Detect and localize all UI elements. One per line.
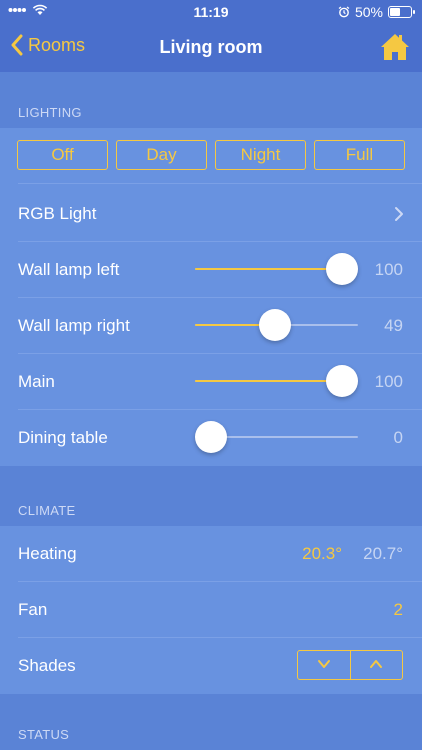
battery-percent: 50% [354, 4, 383, 20]
lighting-mode-buttons: Off Day Night Full [17, 140, 405, 170]
dimmer-row: Wall lamp left 100 [0, 242, 422, 298]
lighting-group: Off Day Night Full RGB Light Wall lamp l… [0, 128, 422, 466]
slider-thumb[interactable] [326, 365, 358, 397]
home-button[interactable] [380, 32, 410, 62]
dimmer-row: Main 100 [0, 354, 422, 410]
chevron-right-icon [395, 207, 403, 221]
shades-up-button[interactable] [351, 651, 403, 679]
fan-value: 2 [393, 600, 403, 619]
shades-row: Shades [0, 638, 422, 694]
dimmer-label: Dining table [18, 428, 108, 447]
battery-area: 50% [338, 4, 415, 20]
dimmer-slider[interactable] [195, 365, 358, 397]
climate-section-header: CLIMATE [0, 466, 422, 526]
slider-thumb[interactable] [259, 309, 292, 341]
climate-group: Heating 20.3° 20.7° Fan 2 Shades [0, 526, 422, 694]
status-bar: 11:19 50% [0, 0, 422, 24]
chevron-up-icon [370, 660, 383, 668]
lighting-header: LIGHTING [18, 105, 82, 120]
lighting-section-header: LIGHTING [0, 72, 422, 128]
rgb-light-label: RGB Light [18, 204, 97, 223]
heating-current: 20.7° [363, 544, 403, 563]
mode-off-button[interactable]: Off [17, 140, 108, 170]
lighting-modes-row: Off Day Night Full [0, 128, 422, 184]
shades-control [297, 650, 403, 680]
dimmer-row: Wall lamp right 49 [0, 298, 422, 354]
navigation-bar: Rooms Living room [0, 24, 422, 72]
slider-fill [195, 268, 342, 270]
heating-setpoint: 20.3° [302, 544, 342, 563]
dimmer-value: 100 [374, 372, 403, 391]
battery-icon [388, 6, 415, 18]
dimmer-slider[interactable] [195, 309, 358, 341]
slider-thumb[interactable] [326, 253, 358, 285]
rgb-light-row[interactable]: RGB Light [0, 186, 422, 242]
dimmer-label: Wall lamp left [18, 260, 120, 279]
dimmer-label: Main [18, 372, 55, 391]
heating-label: Heating [18, 544, 77, 563]
dimmer-value: 0 [393, 428, 403, 447]
mode-day-button[interactable]: Day [116, 140, 207, 170]
mode-full-button[interactable]: Full [314, 140, 405, 170]
status-header: STATUS [18, 727, 70, 742]
heating-row[interactable]: Heating 20.3° 20.7° [0, 526, 422, 582]
dimmer-slider[interactable] [195, 253, 358, 285]
dimmer-value: 49 [384, 316, 403, 335]
home-icon [381, 34, 409, 60]
chevron-down-icon [317, 660, 330, 668]
climate-header: CLIMATE [18, 503, 76, 518]
dimmer-row: Dining table 0 [0, 410, 422, 466]
status-section-header: STATUS [0, 694, 422, 750]
dimmer-slider[interactable] [195, 421, 358, 453]
dimmer-label: Wall lamp right [18, 316, 130, 335]
fan-row[interactable]: Fan 2 [0, 582, 422, 638]
alarm-icon [338, 6, 350, 18]
fan-label: Fan [18, 600, 48, 619]
dimmer-value: 100 [374, 260, 403, 279]
shades-down-button[interactable] [298, 651, 351, 679]
shades-label: Shades [18, 656, 76, 675]
mode-night-button[interactable]: Night [215, 140, 306, 170]
slider-thumb[interactable] [195, 421, 227, 453]
slider-fill [195, 380, 342, 382]
page-title: Living room [159, 37, 263, 57]
